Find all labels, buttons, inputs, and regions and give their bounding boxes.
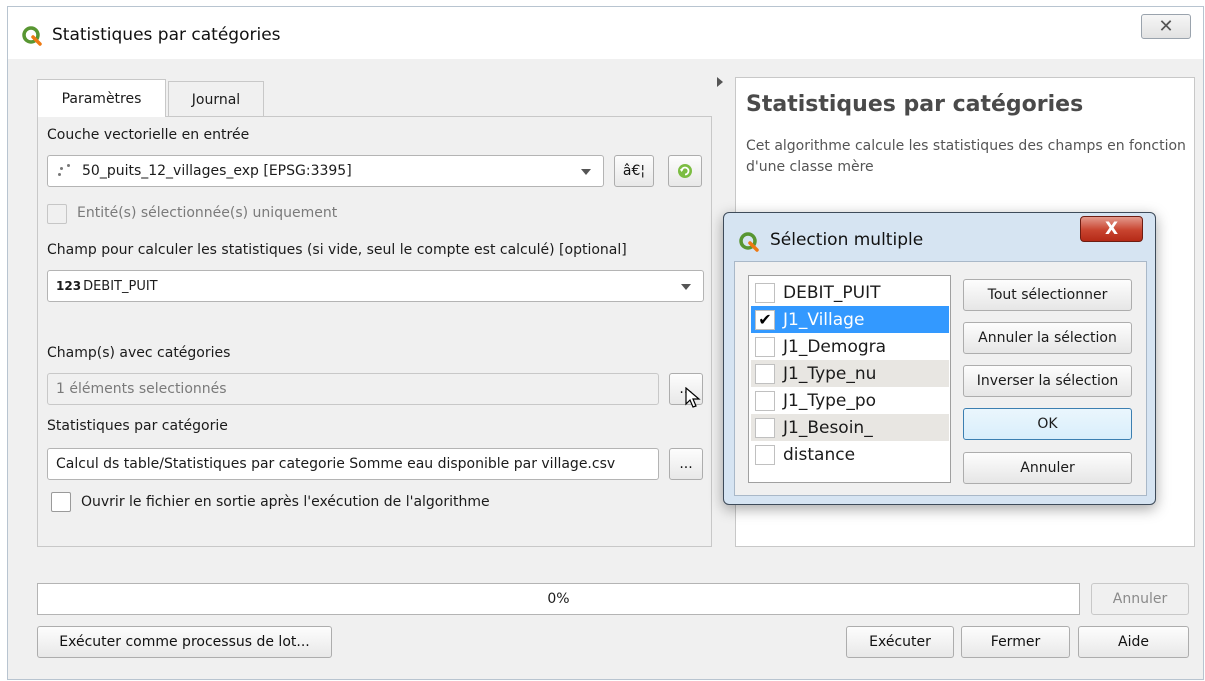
cancel-button[interactable]: Annuler: [963, 452, 1132, 484]
list-item-checkbox[interactable]: [755, 282, 775, 303]
list-item-label: J1_Type_nu: [783, 363, 877, 384]
close-button[interactable]: Fermer: [961, 626, 1070, 658]
ok-button[interactable]: OK: [963, 408, 1132, 440]
qgis-logo-icon: [22, 26, 42, 46]
category-fields-label: Champ(s) avec catégories: [47, 345, 231, 361]
list-item-label: J1_Type_po: [783, 390, 877, 411]
list-item-label: J1_Demogra: [783, 336, 887, 357]
batch-process-button[interactable]: Exécuter comme processus de lot...: [37, 626, 332, 658]
help-button[interactable]: Aide: [1078, 626, 1189, 658]
iterate-icon: [678, 164, 692, 178]
open-output-checkbox[interactable]: [51, 492, 71, 512]
stat-field-value: DEBIT_PUIT: [83, 278, 158, 294]
list-item[interactable]: J1_Type_nu: [751, 360, 949, 387]
list-item[interactable]: J1_Besoin_: [751, 414, 949, 441]
category-fields-field: 1 éléments selectionnés: [47, 373, 659, 405]
collapse-arrow-icon[interactable]: [717, 77, 723, 87]
field-list: DEBIT_PUIT ✔ J1_Village J1_Demogra J1_Ty…: [748, 275, 951, 483]
list-item[interactable]: J1_Type_po: [751, 387, 949, 414]
select-all-button[interactable]: Tout sélectionner: [963, 279, 1132, 311]
point-layer-icon: [56, 163, 72, 179]
iterate-button[interactable]: [668, 155, 702, 187]
help-title: Statistiques par catégories: [746, 92, 1084, 117]
multi-select-close-button[interactable]: X: [1080, 216, 1143, 242]
invert-selection-button[interactable]: Inverser la sélection: [963, 365, 1132, 397]
list-item-checkbox[interactable]: [755, 417, 775, 438]
window-close-button[interactable]: ✕: [1141, 14, 1191, 39]
run-button[interactable]: Exécuter: [846, 626, 954, 658]
title-bar: Statistiques par catégories ✕: [8, 7, 1203, 59]
help-description: Cet algorithme calcule les statistiques …: [746, 138, 1186, 175]
stat-field-combo[interactable]: 123 DEBIT_PUIT: [47, 270, 704, 302]
input-layer-combo[interactable]: 50_puits_12_villages_exp [EPSG:3395]: [47, 155, 604, 187]
list-item[interactable]: J1_Demogra: [751, 333, 949, 360]
input-layer-value: 50_puits_12_villages_exp [EPSG:3395]: [82, 163, 352, 179]
list-item[interactable]: distance: [751, 441, 949, 468]
list-item-checkbox[interactable]: [755, 336, 775, 357]
selected-only-label: Entité(s) sélectionnée(s) uniquement: [77, 205, 338, 221]
multi-select-dialog: Sélection multiple X DEBIT_PUIT ✔ J1_Vil…: [723, 212, 1156, 505]
output-browse-button[interactable]: ...: [669, 448, 703, 480]
output-file-field[interactable]: Calcul ds table/Statistiques par categor…: [47, 448, 659, 480]
progress-cancel-button: Annuler: [1091, 583, 1189, 615]
parameters-panel: Couche vectorielle en entrée 50_puits_12…: [37, 116, 712, 547]
tab-parametres[interactable]: Paramètres: [37, 79, 166, 117]
input-layer-options-button[interactable]: â€¦: [614, 155, 654, 187]
progress-bar: 0%: [37, 583, 1080, 615]
stat-field-label: Champ pour calculer les statistiques (si…: [47, 242, 627, 258]
list-item-checkbox[interactable]: [755, 363, 775, 384]
mouse-cursor-icon: [685, 387, 701, 408]
open-output-label: Ouvrir le fichier en sortie après l'exéc…: [81, 494, 490, 510]
input-layer-label: Couche vectorielle en entrée: [47, 127, 250, 143]
tab-journal[interactable]: Journal: [168, 81, 264, 117]
list-item[interactable]: ✔ J1_Village: [751, 306, 949, 333]
list-item-checkbox[interactable]: [755, 444, 775, 465]
selected-only-checkbox[interactable]: [47, 204, 67, 224]
multi-select-body: DEBIT_PUIT ✔ J1_Village J1_Demogra J1_Ty…: [734, 261, 1147, 496]
list-item-label: DEBIT_PUIT: [783, 282, 881, 303]
output-label: Statistiques par catégorie: [47, 418, 228, 434]
chevron-down-icon: [681, 284, 691, 290]
list-item-checkbox[interactable]: ✔: [755, 309, 775, 330]
list-item-checkbox[interactable]: [755, 390, 775, 411]
qgis-logo-icon: [739, 232, 759, 252]
list-item-label: J1_Village: [783, 309, 865, 330]
chevron-down-icon: [581, 169, 591, 175]
numeric-field-icon: 123: [56, 279, 82, 293]
clear-selection-button[interactable]: Annuler la sélection: [963, 322, 1132, 354]
list-item-label: J1_Besoin_: [783, 417, 873, 438]
multi-select-title: Sélection multiple: [770, 230, 924, 250]
window-title: Statistiques par catégories: [52, 25, 281, 45]
list-item[interactable]: DEBIT_PUIT: [751, 279, 949, 306]
list-item-label: distance: [783, 444, 856, 465]
